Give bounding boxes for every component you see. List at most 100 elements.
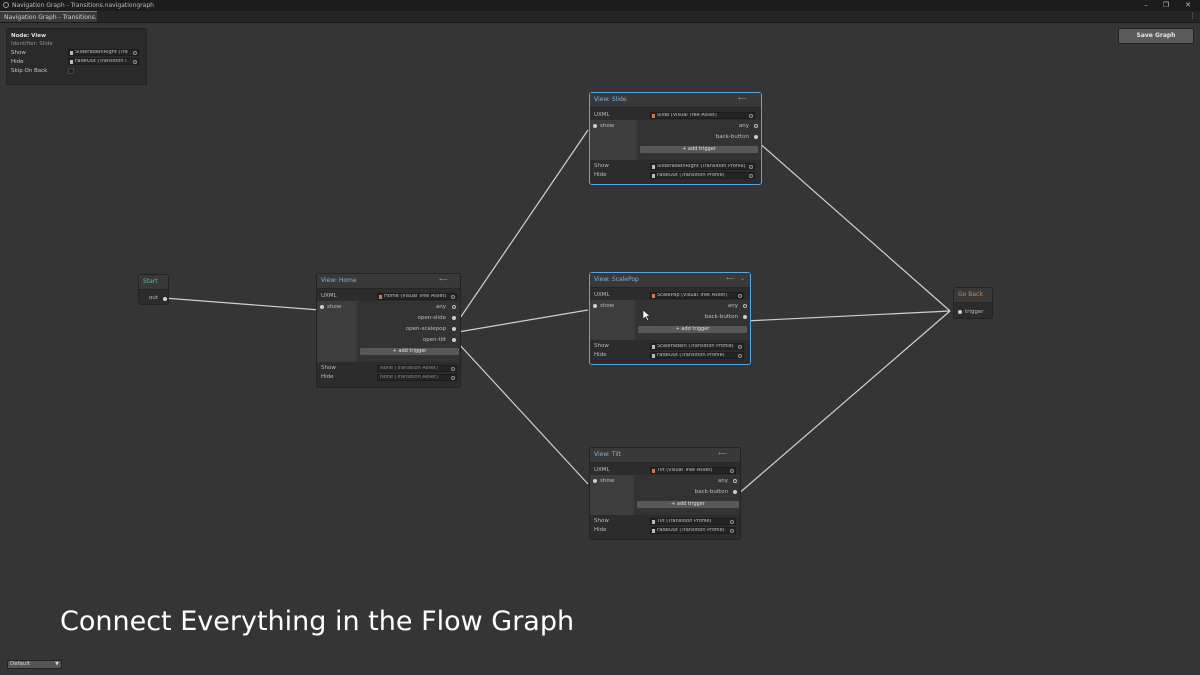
port-any[interactable] [452,305,456,309]
object-picker-icon[interactable] [730,468,734,473]
hide-field[interactable]: None (Transition Asset) [377,374,457,381]
show-field[interactable]: Tilt (Transition Profile) [650,518,736,525]
show-row: Show Tilt (Transition Profile) [590,517,740,526]
asset-icon [70,60,73,64]
object-picker-icon[interactable] [749,173,753,178]
port-back-button[interactable] [754,135,758,139]
port-show[interactable] [320,305,324,309]
add-trigger-button[interactable]: + add trigger [637,501,739,508]
close-icon[interactable]: ✕ [1180,0,1196,11]
port-show-label: show [600,303,615,309]
layout-dropdown[interactable]: Default ▼ [7,660,62,669]
node-header[interactable]: View: Tilt ⟵ [590,448,740,463]
skip-on-back-checkbox[interactable] [68,68,74,74]
collapse-icon[interactable]: ⟵ [726,275,735,282]
hide-row: Hide None (Transition Asset) [317,373,460,382]
port-trigger[interactable] [958,310,962,314]
port-show[interactable] [593,124,597,128]
port-back-button[interactable] [743,315,747,319]
object-picker-icon[interactable] [738,353,742,358]
node-header[interactable]: Start [139,275,168,290]
tab-navigation-graph[interactable]: Navigation Graph - Transitions.na... [0,11,97,22]
port-open-scalepop[interactable] [452,327,456,331]
collapse-icon[interactable]: ⟵ [718,450,727,457]
object-picker-icon[interactable] [730,528,734,533]
port-any-label: any [738,123,749,129]
asset-icon [652,529,655,533]
collapse-icon[interactable]: ⟵ [738,95,747,102]
node-header[interactable]: Go Back [954,288,992,303]
uxml-field[interactable]: Home (Visual Tree Asset) [377,293,457,300]
asset-icon [652,520,655,524]
port-open-slide[interactable] [452,316,456,320]
node-start[interactable]: Start out [138,274,169,305]
node-header[interactable]: View: ScalePop ⟵ ⌄ [590,273,750,288]
mouse-cursor-icon [643,310,651,321]
object-picker-icon[interactable] [738,293,742,298]
wire-start-home [163,297,321,311]
hide-row: Hide FadeOut (Transition Profile) [590,351,750,360]
show-row: Show None (Transition Asset) [317,364,460,373]
port-any[interactable] [743,304,747,308]
node-header[interactable]: View: Home ⟵ [317,274,460,289]
port-open-tilt[interactable] [452,338,456,342]
node-title: View: Tilt [594,451,622,458]
inspector-hide-field[interactable]: FadeOut (Transition I [68,58,139,65]
uxml-field[interactable]: ScalePop (Visual Tree Asset) [650,292,744,299]
inspector-skip-label: Skip On Back [11,68,48,74]
video-caption: Connect Everything in the Flow Graph [60,606,575,637]
restore-icon[interactable]: ❐ [1158,0,1174,11]
uxml-field[interactable]: Slide (Visual Tree Asset) [650,112,755,119]
node-view-tilt[interactable]: View: Tilt ⟵ UXML Tilt (Visual Tree Asset… [589,447,741,540]
chevron-down-icon: ▼ [55,661,59,667]
show-field[interactable]: None (Transition Asset) [377,365,457,372]
wire-tilt-goback [736,310,951,496]
add-trigger-button[interactable]: + add trigger [640,146,758,153]
port-open-slide-label: open-slide [417,315,446,321]
object-picker-icon[interactable] [133,50,137,55]
object-picker-icon[interactable] [451,375,455,380]
asset-icon [70,51,73,55]
port-any-label: any [727,303,738,309]
asset-icon [652,345,655,349]
graph-canvas[interactable]: Node: View Identifier: Slide Show SlideF… [0,23,1200,675]
object-picker-icon[interactable] [749,113,753,118]
minimize-icon[interactable]: – [1138,0,1154,11]
add-trigger-button[interactable]: + add trigger [360,348,459,355]
object-picker-icon[interactable] [730,519,734,524]
inspector-show-field[interactable]: SlideFadeInRight (Tra [68,49,139,56]
layout-dropdown-value: Default [10,661,31,667]
show-field[interactable]: ScaleFadeIn (Transition Profile) [650,343,744,350]
port-back-button[interactable] [733,490,737,494]
uxml-field[interactable]: Tilt (Visual Tree Asset) [650,467,736,474]
node-view-slide[interactable]: View: Slide ⟵ UXML Slide (Visual Tree Ass… [589,92,762,185]
show-field[interactable]: SlideFadeInRight (Transition Profile) [650,163,755,170]
save-graph-button[interactable]: Save Graph [1118,28,1194,44]
hide-field[interactable]: FadeOut (Transition Profile) [650,352,744,359]
object-picker-icon[interactable] [451,294,455,299]
port-show[interactable] [593,479,597,483]
port-show[interactable] [593,304,597,308]
object-picker-icon[interactable] [451,366,455,371]
hide-field[interactable]: FadeOut (Transition Profile) [650,527,736,534]
add-trigger-button[interactable]: + add trigger [638,326,747,333]
chevron-down-icon[interactable]: ⌄ [740,275,745,282]
node-view-home[interactable]: View: Home ⟵ UXML Home (Visual Tree Asset… [316,273,461,388]
object-picker-icon[interactable] [738,344,742,349]
title-bar: Navigation Graph - Transitions.navigatio… [0,0,1200,11]
node-header[interactable]: View: Slide ⟵ [590,93,761,108]
object-picker-icon[interactable] [749,164,753,169]
port-any[interactable] [733,479,737,483]
node-ports: show any open-slide open-scalepop open-t… [317,301,460,362]
port-any[interactable] [754,124,758,128]
hide-field[interactable]: FadeOut (Transition Profile) [650,172,755,179]
port-out[interactable] [163,297,167,301]
show-row: Show SlideFadeInRight (Transition Profile… [590,162,761,171]
node-go-back[interactable]: Go Back trigger [953,287,993,319]
port-open-tilt-label: open-tilt [422,337,446,343]
collapse-icon[interactable]: ⟵ [439,276,448,283]
uxml-row: UXML Slide (Visual Tree Asset) [590,111,761,120]
object-picker-icon[interactable] [133,59,137,64]
more-icon[interactable]: ⋮ [1189,12,1196,20]
node-view-scalepop[interactable]: View: ScalePop ⟵ ⌄ UXML ScalePop (Visual T… [589,272,751,365]
